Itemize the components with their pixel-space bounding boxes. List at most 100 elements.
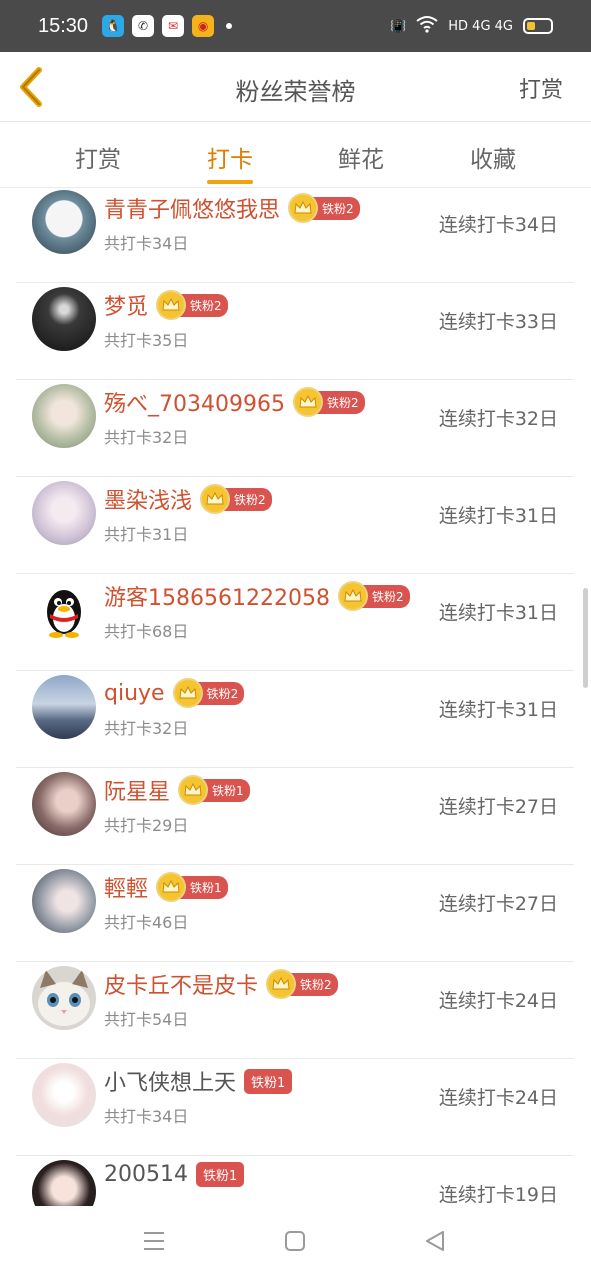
avatar[interactable] xyxy=(32,1160,96,1206)
total-checkin-days: 共打卡46日 xyxy=(104,913,189,932)
streak-days: 连续打卡27日 xyxy=(438,796,558,818)
active-tab-indicator xyxy=(207,180,253,184)
weibo-notification-icon: ◉ xyxy=(192,15,215,37)
streak-days: 连续打卡19日 xyxy=(438,1184,558,1206)
user-name[interactable]: 阮星星 xyxy=(104,774,170,806)
wechat-notification-icon: ✆ xyxy=(132,15,155,37)
list-item[interactable]: 小飞侠想上天 铁粉1 共打卡34日 连续打卡24日 xyxy=(16,1059,574,1156)
crown-icon xyxy=(288,193,319,223)
avatar[interactable] xyxy=(32,869,96,933)
scrollbar[interactable] xyxy=(583,588,588,688)
crown-icon xyxy=(266,969,297,999)
fan-badge: 铁粉2 xyxy=(266,968,338,1000)
list-item[interactable]: 青青子佩悠悠我思 铁粉2 共打卡34日 连续打卡34日 xyxy=(16,188,574,283)
list-item[interactable]: 輕輕 铁粉1 共打卡46日 连续打卡27日 xyxy=(16,865,574,962)
tab-flowers[interactable]: 鲜花 xyxy=(321,140,401,174)
list-item[interactable]: 阮星星 铁粉1 共打卡29日 连续打卡27日 xyxy=(16,768,574,865)
fan-badge: 铁粉2 xyxy=(292,386,365,418)
fan-badge: 铁粉2 xyxy=(337,580,410,612)
crown-icon xyxy=(200,484,231,514)
list-item[interactable]: qiuye 铁粉2 共打卡32日 连续打卡31日 xyxy=(16,671,574,768)
fan-level-label: 铁粉1 xyxy=(244,1068,293,1094)
crown-icon xyxy=(178,775,209,805)
crown-icon xyxy=(337,581,368,611)
fan-badge: 铁粉2 xyxy=(288,192,360,224)
tip-button[interactable]: 打赏 xyxy=(519,72,563,104)
total-checkin-days: 共打卡32日 xyxy=(104,428,189,447)
streak-days: 连续打卡27日 xyxy=(438,893,558,915)
home-square-icon[interactable] xyxy=(284,1230,306,1252)
streak-days: 连续打卡33日 xyxy=(438,311,558,333)
tab-tip[interactable]: 打赏 xyxy=(58,140,138,174)
battery-icon xyxy=(523,18,553,34)
user-name[interactable]: 梦觅 xyxy=(104,289,148,321)
total-checkin-days: 共打卡32日 xyxy=(104,719,189,738)
cat-avatar[interactable] xyxy=(32,966,96,1030)
fan-badge: 铁粉2 xyxy=(172,677,245,709)
vibrate-icon: 📳 xyxy=(390,18,407,34)
streak-days: 连续打卡31日 xyxy=(438,602,558,624)
user-name[interactable]: qiuye xyxy=(104,681,165,706)
avatar[interactable] xyxy=(32,287,96,351)
system-navigation-bar xyxy=(0,1206,591,1280)
tab-favorites[interactable]: 收藏 xyxy=(453,140,533,174)
list-item[interactable]: 皮卡丘不是皮卡 铁粉2 共打卡54日 连续打卡24日 xyxy=(16,962,574,1059)
user-name[interactable]: 輕輕 xyxy=(104,871,148,903)
network-signal-label: HD 4G 4G xyxy=(448,18,513,34)
total-checkin-days: 共打卡31日 xyxy=(104,525,189,544)
user-name[interactable]: 墨染浅浅 xyxy=(104,483,192,515)
qq-notification-icon: 🐧 xyxy=(102,15,125,37)
mail-notification-icon: ✉ xyxy=(162,15,185,37)
tab-checkin[interactable]: 打卡 xyxy=(190,140,270,174)
list-item[interactable]: 墨染浅浅 铁粉2 共打卡31日 连续打卡31日 xyxy=(16,477,574,574)
list-item[interactable]: 殇べ_703409965 铁粉2 共打卡32日 连续打卡32日 xyxy=(16,380,574,477)
total-checkin-days: 共打卡68日 xyxy=(104,622,189,641)
penguin-avatar[interactable] xyxy=(32,578,96,642)
status-time: 15:30 xyxy=(38,14,89,37)
user-name[interactable]: 殇べ_703409965 xyxy=(104,386,285,418)
tab-bar: 打赏 打卡 鲜花 收藏 xyxy=(0,122,591,188)
page-title: 粉丝荣誉榜 xyxy=(235,78,356,106)
streak-days: 连续打卡24日 xyxy=(438,990,558,1012)
back-triangle-icon[interactable] xyxy=(424,1230,446,1252)
checkin-ranking-list[interactable]: 青青子佩悠悠我思 铁粉2 共打卡34日 连续打卡34日 梦觅 铁粉2 共打卡35… xyxy=(0,188,591,1206)
fan-badge: 铁粉2 xyxy=(156,289,228,321)
crown-icon xyxy=(156,872,187,902)
status-bar: 15:30 🐧 ✆ ✉ ◉ 📳 HD 4G 4G xyxy=(0,0,591,52)
streak-days: 连续打卡31日 xyxy=(438,505,558,527)
user-name[interactable]: 小飞侠想上天 xyxy=(104,1065,236,1097)
user-name[interactable]: 游客1586561222058 xyxy=(104,580,330,612)
avatar[interactable] xyxy=(32,772,96,836)
crown-icon xyxy=(156,290,187,320)
streak-days: 连续打卡31日 xyxy=(438,699,558,721)
user-name[interactable]: 200514 xyxy=(104,1162,188,1187)
list-item[interactable]: 200514 铁粉1 连续打卡19日 xyxy=(16,1156,574,1206)
streak-days: 连续打卡24日 xyxy=(438,1087,558,1109)
avatar[interactable] xyxy=(32,384,96,448)
avatar[interactable] xyxy=(32,190,96,254)
menu-icon[interactable] xyxy=(142,1230,166,1252)
total-checkin-days: 共打卡34日 xyxy=(104,234,189,253)
fan-badge: 铁粉1 xyxy=(178,774,250,806)
streak-days: 连续打卡32日 xyxy=(438,408,558,430)
user-name[interactable]: 皮卡丘不是皮卡 xyxy=(104,968,258,1000)
total-checkin-days: 共打卡35日 xyxy=(104,331,189,350)
avatar[interactable] xyxy=(32,481,96,545)
top-app-bar: 粉丝荣誉榜 打赏 xyxy=(0,52,591,122)
fan-badge: 铁粉2 xyxy=(200,483,272,515)
avatar[interactable] xyxy=(32,1063,96,1127)
crown-icon xyxy=(172,678,203,708)
streak-days: 连续打卡34日 xyxy=(438,214,558,236)
total-checkin-days: 共打卡34日 xyxy=(104,1107,189,1126)
fan-badge: 铁粉1 xyxy=(156,871,228,903)
list-item[interactable]: 游客1586561222058 铁粉2 共打卡68日 连续打卡31日 xyxy=(16,574,574,671)
total-checkin-days: 共打卡29日 xyxy=(104,816,189,835)
crown-icon xyxy=(292,387,323,417)
more-notifications-dot xyxy=(226,23,233,29)
user-name[interactable]: 青青子佩悠悠我思 xyxy=(104,192,280,224)
list-item[interactable]: 梦觅 铁粉2 共打卡35日 连续打卡33日 xyxy=(16,283,574,380)
avatar[interactable] xyxy=(32,675,96,739)
fan-level-label: 铁粉1 xyxy=(195,1162,245,1187)
wifi-icon xyxy=(416,15,438,37)
total-checkin-days: 共打卡54日 xyxy=(104,1010,189,1029)
